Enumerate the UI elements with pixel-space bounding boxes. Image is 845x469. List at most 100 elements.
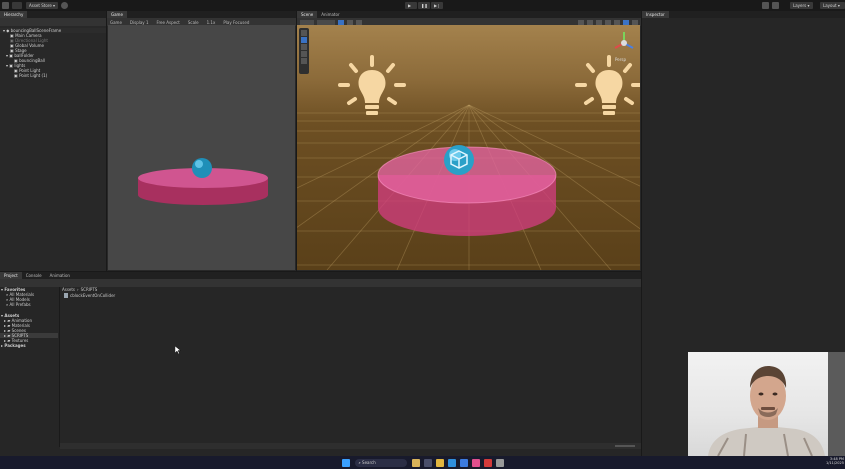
hierarchy-search-bar[interactable] <box>0 18 106 26</box>
render-mode-icon[interactable] <box>578 19 584 25</box>
cloud-icon[interactable] <box>12 2 22 9</box>
layers-dropdown[interactable]: Layers ▾ <box>790 2 813 9</box>
windows-taskbar: ⌕ Search 3:48 PM 1/11/2025 <box>0 456 845 469</box>
pause-icon: ❚❚ <box>421 3 428 8</box>
hierarchy-tree: ▾ ◆ bouncingBallSceneFrame ▣ Main Camera… <box>0 26 106 78</box>
inspector-tabbar: Inspector <box>642 11 845 18</box>
clock-date: 1/11/2025 <box>826 461 844 465</box>
snap-icon[interactable] <box>356 19 362 25</box>
tab-inspector[interactable]: Inspector <box>642 11 669 18</box>
history-icon[interactable] <box>772 2 779 9</box>
play-focused-dropdown[interactable]: Play Focused <box>223 20 249 25</box>
game-tabbar: Game <box>107 11 296 18</box>
account-icon[interactable] <box>2 2 9 9</box>
asset-store-button[interactable]: Asset Store ▾ <box>26 2 59 9</box>
layers-label: Layers <box>793 3 807 8</box>
tab-scene[interactable]: Scene <box>297 11 318 18</box>
tab-hierarchy[interactable]: Hierarchy <box>0 11 28 18</box>
task-view-icon[interactable] <box>423 458 432 467</box>
scale-tool-icon[interactable] <box>301 51 307 57</box>
2d-toggle-icon[interactable] <box>587 19 593 25</box>
top-toolbar: Asset Store ▾ ▶ ❚❚ ▶❘ Layers ▾ Layout ▾ <box>0 0 845 11</box>
hierarchy-item-label: Point Light (1) <box>19 73 48 78</box>
rotate-tool-icon[interactable] <box>301 44 307 50</box>
project-tree: ▾ Favorites ⌕ All Materials ⌕ All Models… <box>0 287 58 447</box>
game-viewport[interactable] <box>108 25 295 270</box>
unity-icon[interactable] <box>495 458 504 467</box>
effects-toggle-icon[interactable] <box>614 19 620 25</box>
step-icon: ▶❘ <box>434 3 441 8</box>
file-explorer-icon[interactable] <box>435 458 444 467</box>
start-icon[interactable] <box>341 458 350 467</box>
file-label: cblockEventOnCollider <box>70 293 116 298</box>
presenter-video <box>708 352 845 456</box>
clock[interactable]: 3:48 PM 1/11/2025 <box>826 457 844 465</box>
ball <box>192 158 212 178</box>
pause-button[interactable]: ❚❚ <box>418 2 430 9</box>
project-statusbar <box>60 443 641 449</box>
store-icon[interactable] <box>459 458 468 467</box>
search-label: Search <box>362 460 376 465</box>
gizmos-toggle-icon[interactable] <box>623 19 629 25</box>
tab-game[interactable]: Game <box>107 11 127 18</box>
tab-animation[interactable]: Animation <box>46 272 74 279</box>
packages-header[interactable]: ▸ Packages <box>0 343 58 348</box>
play-icon: ▶ <box>408 3 412 8</box>
breadcrumb-separator: › <box>77 287 79 292</box>
tab-console[interactable]: Console <box>22 272 46 279</box>
game-render <box>138 158 268 205</box>
breadcrumb-item[interactable]: Assets <box>62 287 75 292</box>
project-panel: Project Console Animation ▾ Favorites ⌕ … <box>0 272 641 456</box>
hierarchy-tabbar: Hierarchy <box>0 11 106 18</box>
hierarchy-panel: Hierarchy ▾ ◆ bouncingBallSceneFrame ▣ M… <box>0 11 106 271</box>
layout-dropdown[interactable]: Layout ▾ <box>820 2 845 9</box>
asset-store-label: Asset Store <box>29 3 52 8</box>
display-dropdown[interactable]: Display 1 <box>130 20 149 25</box>
play-button[interactable]: ▶ <box>405 2 417 9</box>
lighting-toggle-icon[interactable] <box>596 19 602 25</box>
search-icon: ⌕ <box>358 460 361 465</box>
grid-icon[interactable] <box>347 19 353 25</box>
step-button[interactable]: ▶❘ <box>431 2 443 9</box>
packages-header-label: Packages <box>4 343 26 348</box>
zoom-slider[interactable] <box>615 445 635 447</box>
orientation-gizmo[interactable] <box>611 30 637 56</box>
perspective-label[interactable]: Persp <box>615 57 626 62</box>
scene-ball[interactable] <box>439 140 479 180</box>
layout-label: Layout <box>823 3 837 8</box>
app-icon[interactable] <box>471 458 480 467</box>
project-toolbar <box>0 279 641 287</box>
scene-gizmo-dropdown[interactable] <box>317 19 335 25</box>
search-box[interactable]: ⌕ Search <box>354 458 407 467</box>
script-icon <box>64 293 68 298</box>
breadcrumb: Assets › SCRIPTS <box>62 287 97 292</box>
scale-value[interactable]: 1.1x <box>207 20 216 25</box>
project-tabbar: Project Console Animation <box>0 272 641 279</box>
project-divider <box>59 287 60 447</box>
view-tool-icon[interactable] <box>301 30 307 36</box>
audio-toggle-icon[interactable] <box>605 19 611 25</box>
play-controls: ▶ ❚❚ ▶❘ <box>405 2 443 9</box>
scene-tabbar: Scene Animator <box>297 11 641 18</box>
move-tool-icon[interactable] <box>301 37 307 43</box>
rect-tool-icon[interactable] <box>301 58 307 64</box>
draw-mode-dropdown[interactable] <box>300 19 314 25</box>
widget-icon[interactable] <box>411 458 420 467</box>
game-mode-dropdown[interactable]: Game <box>110 20 122 25</box>
collab-icon[interactable] <box>61 2 68 9</box>
file-item[interactable]: cblockEventOnCollider <box>64 293 115 298</box>
webcam-overlay <box>688 352 845 456</box>
move-tool-icon[interactable] <box>338 19 344 25</box>
search-icon[interactable] <box>762 2 769 9</box>
edge-icon[interactable] <box>447 458 456 467</box>
aspect-dropdown[interactable]: Free Aspect <box>156 20 179 25</box>
tab-animator[interactable]: Animator <box>317 11 343 18</box>
tab-project[interactable]: Project <box>0 272 22 279</box>
hierarchy-item[interactable]: ▣ Point Light (1) <box>0 73 106 78</box>
chrome-icon[interactable] <box>483 458 492 467</box>
camera-settings-icon[interactable] <box>632 19 638 25</box>
scene-viewport[interactable]: Persp <box>297 25 640 270</box>
breadcrumb-item[interactable]: SCRIPTS <box>81 287 98 292</box>
scene-tools-overlay <box>299 28 309 74</box>
favorites-item-label: All Prefabs <box>9 302 31 307</box>
